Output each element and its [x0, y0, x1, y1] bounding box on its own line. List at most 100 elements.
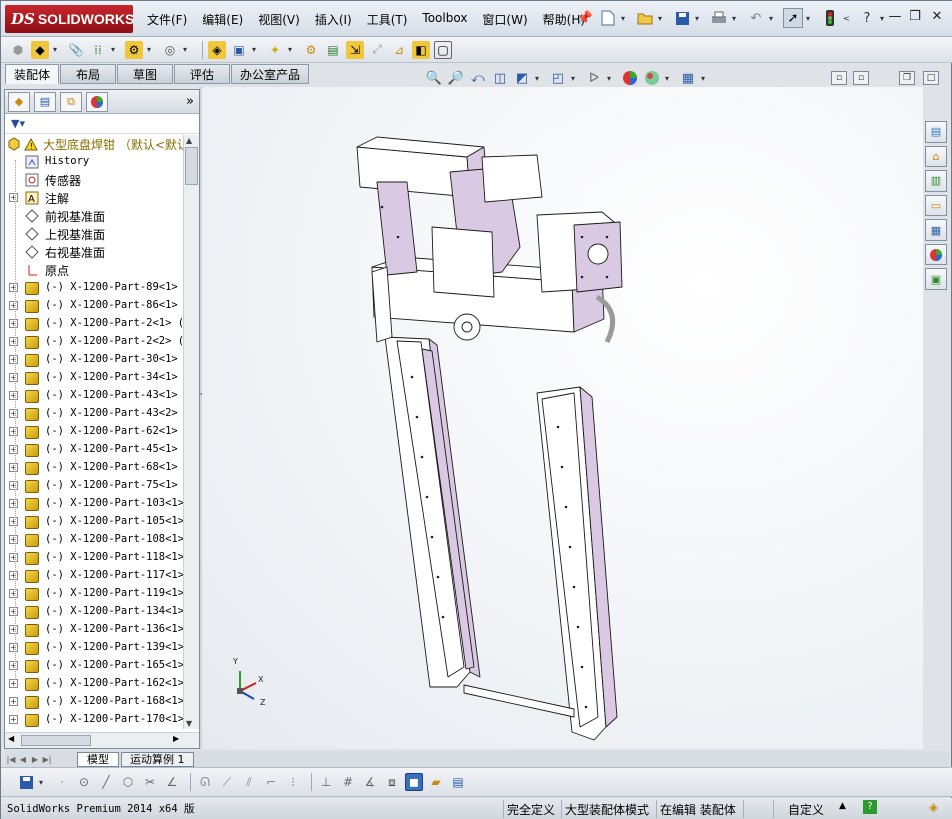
select-arrow-icon[interactable]: ➚ — [783, 8, 803, 28]
trim-icon[interactable]: ✂ — [141, 773, 159, 791]
scene-dropdown-icon[interactable]: ▾ — [665, 74, 673, 83]
display-style-icon[interactable]: ◰ — [549, 69, 567, 87]
graphics-area[interactable]: Y X Z — [202, 87, 923, 749]
tree-item-part[interactable]: + (-) X-1200-Part-119<1> — [5, 585, 183, 603]
tree-horizontal-scrollbar[interactable]: ◀ ▶ — [5, 732, 199, 748]
menu-view[interactable]: 视图(V) — [258, 11, 300, 28]
expand-icon[interactable]: + — [9, 283, 18, 292]
tree-item-part[interactable]: + (-) X-1200-Part-45<1> ( — [5, 441, 183, 459]
bill-of-materials-icon[interactable]: ▤ — [324, 41, 342, 59]
pin-icon[interactable]: 📌 — [575, 8, 595, 28]
file-explorer-icon[interactable]: ▥ — [925, 170, 947, 192]
minimize-icon[interactable]: — — [885, 9, 905, 24]
tree-item-part[interactable]: + (-) X-1200-Part-34<1> ( — [5, 369, 183, 387]
save-icon-bottom[interactable] — [17, 773, 35, 791]
tree-item-part[interactable]: + (-) X-1200-Part-136<1> — [5, 621, 183, 639]
menu-tools[interactable]: 工具(T) — [367, 11, 408, 28]
circle-icon[interactable]: ⊙ — [75, 773, 93, 791]
camera-icon[interactable]: ▰ — [427, 773, 445, 791]
tree-item-part[interactable]: + (-) X-1200-Part-89<1> ( — [5, 279, 183, 297]
new-dropdown-icon[interactable]: ▾ — [621, 14, 629, 23]
menu-window[interactable]: 窗口(W) — [482, 11, 527, 28]
tree-root[interactable]: ! 大型底盘焊钳 （默认<默认 — [5, 135, 183, 153]
tree-item-part[interactable]: + (-) X-1200-Part-117<1> — [5, 567, 183, 585]
view-palette-icon[interactable]: ▦ — [925, 219, 947, 241]
corner-icon[interactable]: ⌐ — [262, 773, 280, 791]
line-icon[interactable]: ╱ — [97, 773, 115, 791]
hide-show-items-icon[interactable]: ᐅ — [585, 69, 603, 87]
tree-item-part[interactable]: + (-) X-1200-Part-170<1> — [5, 711, 183, 729]
appearances-icon[interactable] — [925, 243, 947, 266]
expand-icon[interactable]: + — [9, 337, 18, 346]
tab-evaluate[interactable]: 评估 — [174, 64, 231, 84]
h-scroll-thumb[interactable] — [21, 735, 91, 746]
expand-icon[interactable]: + — [9, 373, 18, 382]
scroll-down-icon[interactable]: ▼ — [186, 719, 192, 728]
open-dropdown-icon[interactable]: ▾ — [658, 14, 666, 23]
table-icon[interactable]: ▤ — [449, 773, 467, 791]
construction-line-icon[interactable]: ⁝ — [284, 773, 302, 791]
rebuild-dropdown-icon[interactable]: < — [843, 14, 851, 23]
fastener-dropdown-icon[interactable]: ▾ — [147, 45, 155, 54]
expand-icon[interactable]: + — [9, 481, 18, 490]
tab-first-icon[interactable]: |◀ — [5, 755, 17, 764]
viewport-single-icon[interactable]: ▫ — [831, 71, 847, 85]
scroll-up-icon[interactable]: ▲ — [186, 136, 192, 145]
menu-edit[interactable]: 编辑(E) — [202, 11, 243, 28]
tab-last-icon[interactable]: ▶| — [41, 755, 53, 764]
tab-office-products[interactable]: 办公室产品 — [231, 64, 310, 84]
design-library-icon[interactable]: ⌂ — [925, 145, 947, 168]
tree-item[interactable]: 传感器 — [5, 171, 183, 189]
mate-icon[interactable]: 📎 — [67, 41, 85, 59]
scroll-right-icon[interactable]: ▶ — [173, 734, 179, 743]
menu-file[interactable]: 文件(F) — [147, 11, 187, 28]
new-document-icon[interactable] — [598, 8, 618, 28]
large-assembly-icon[interactable]: ◧ — [412, 40, 430, 59]
folder-icon[interactable]: ▭ — [925, 194, 947, 217]
tab-model[interactable]: 模型 — [77, 751, 119, 767]
expand-icon[interactable]: + — [9, 643, 18, 652]
tree-item[interactable]: + A 注解 — [5, 189, 183, 207]
tree-item-part[interactable]: + (-) X-1200-Part-108<1> — [5, 531, 183, 549]
expand-icon[interactable]: + — [9, 535, 18, 544]
tree-item-part[interactable]: + (-) X-1200-Part-103<1> — [5, 495, 183, 513]
expand-icon[interactable]: + — [9, 409, 18, 418]
exploded-view-icon[interactable]: ⇲ — [346, 40, 364, 59]
expand-icon[interactable]: + — [9, 319, 18, 328]
tree-item-part[interactable]: + (-) X-1200-Part-62<1> ( — [5, 423, 183, 441]
assembly-features-icon[interactable]: ▣ — [230, 41, 248, 59]
more-tabs-icon[interactable]: » — [186, 94, 194, 109]
chamfer-icon[interactable]: ⟋ — [218, 773, 236, 791]
view-settings-dropdown-icon[interactable]: ▾ — [701, 74, 709, 83]
tree-item-part[interactable]: + (-) X-1200-Part-43<2> ( — [5, 405, 183, 423]
zoom-to-fit-icon[interactable]: 🔍 — [425, 69, 443, 87]
component-pattern-icon[interactable]: ⁞⁞ — [89, 41, 107, 59]
polygon-icon[interactable]: ⬡ — [119, 773, 137, 791]
tree-item[interactable]: 上视基准面 — [5, 225, 183, 243]
print-dropdown-icon[interactable]: ▾ — [732, 14, 740, 23]
dimension-icon[interactable]: ⊥ — [317, 773, 335, 791]
viewport-maximize-icon[interactable]: □ — [923, 71, 939, 85]
expand-icon[interactable]: + — [9, 301, 18, 310]
expand-icon[interactable]: + — [9, 679, 18, 688]
expand-icon[interactable]: + — [9, 499, 18, 508]
fillet-icon[interactable]: ᘏ — [196, 773, 214, 791]
tree-item-part[interactable]: + (-) X-1200-Part-2<2> ( — [5, 333, 183, 351]
shaded-view-icon[interactable]: ◼ — [405, 773, 423, 791]
tree-vertical-scrollbar[interactable]: ▲ ▼ — [183, 135, 199, 729]
reference-geometry-icon[interactable]: ✦ — [266, 41, 284, 59]
previous-view-icon[interactable]: ⤺ — [469, 69, 487, 87]
units-dropdown-icon[interactable]: ▲ — [839, 801, 846, 811]
undo-dropdown-icon[interactable]: ▾ — [769, 14, 777, 23]
traffic-light-icon[interactable] — [820, 8, 840, 28]
point-icon[interactable]: · — [53, 773, 71, 791]
angle-icon[interactable]: ∠ — [163, 773, 181, 791]
edit-appearance-icon[interactable] — [621, 69, 639, 87]
tree-item-part[interactable]: + (-) X-1200-Part-2<1> ( — [5, 315, 183, 333]
expand-icon[interactable]: + — [9, 571, 18, 580]
featuremanager-tree-icon[interactable]: ◆ — [8, 91, 30, 112]
box-view-icon[interactable]: ⧈ — [383, 773, 401, 791]
tree-item[interactable]: 原点 — [5, 261, 183, 279]
tab-sketch[interactable]: 草图 — [117, 64, 174, 84]
orientation-dropdown-icon[interactable]: ▾ — [535, 74, 543, 83]
